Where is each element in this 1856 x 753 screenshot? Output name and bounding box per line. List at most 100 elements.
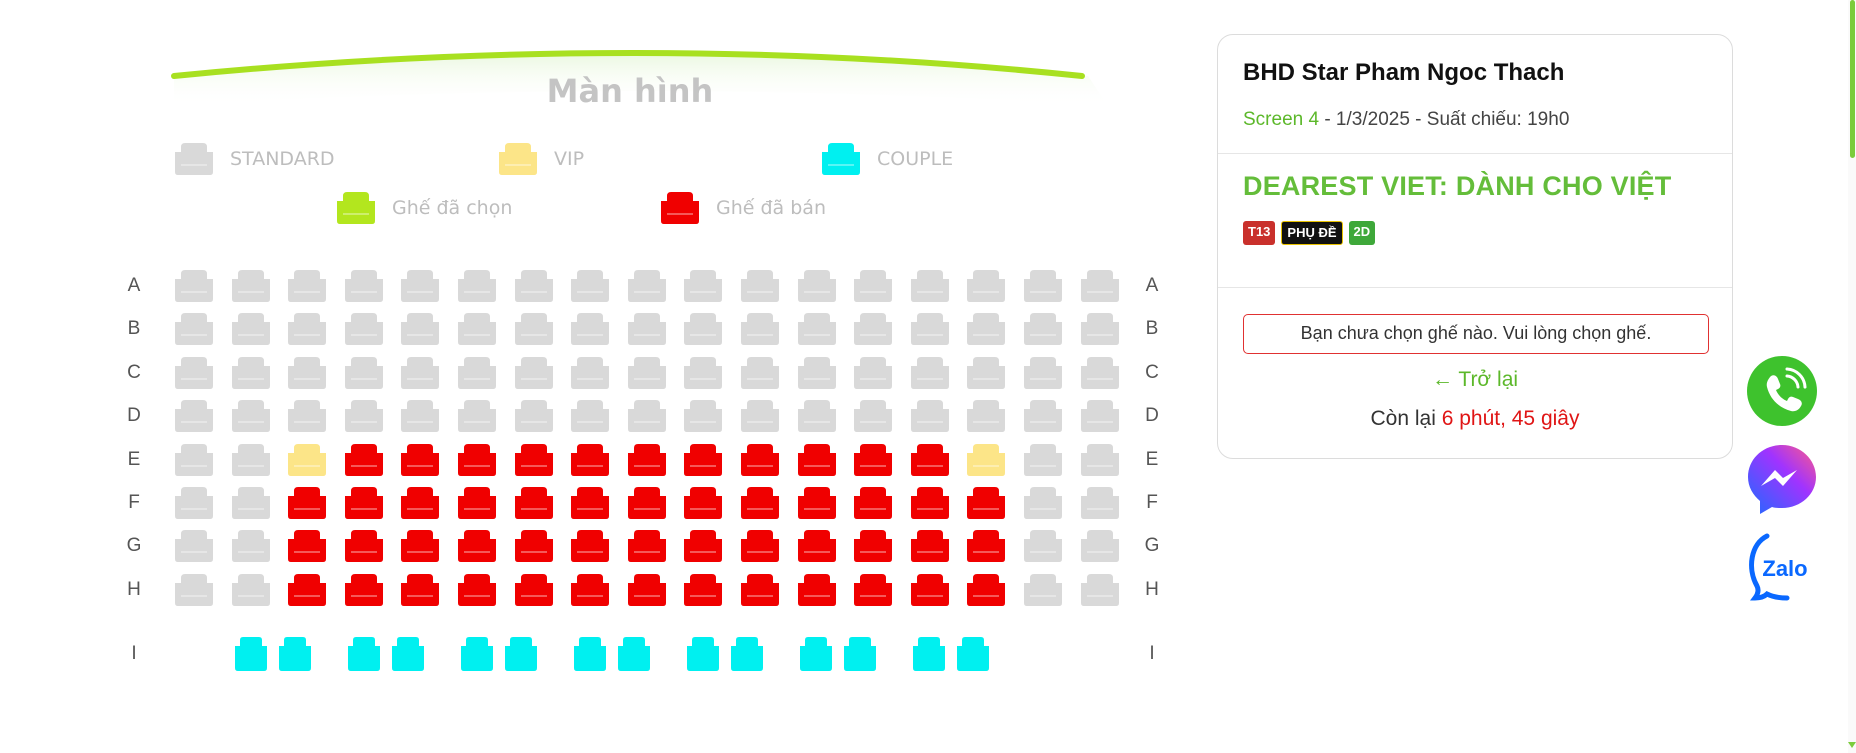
seat-standard[interactable]: [1021, 399, 1065, 433]
seat-couple[interactable]: [346, 636, 436, 672]
seat-standard[interactable]: [398, 312, 442, 346]
seat-standard[interactable]: [342, 356, 386, 390]
seat-standard[interactable]: [342, 269, 386, 303]
seat-standard[interactable]: [455, 312, 499, 346]
seat-standard[interactable]: [738, 356, 782, 390]
seat-standard[interactable]: [625, 399, 669, 433]
seat-standard[interactable]: [229, 269, 273, 303]
seat-standard[interactable]: [568, 356, 612, 390]
seat-couple[interactable]: [685, 636, 775, 672]
scroll-down-icon[interactable]: [1848, 740, 1856, 750]
seat-standard[interactable]: [455, 269, 499, 303]
seat-standard[interactable]: [1078, 486, 1122, 520]
seat-standard[interactable]: [738, 312, 782, 346]
seat-standard[interactable]: [738, 269, 782, 303]
seat-standard[interactable]: [1078, 356, 1122, 390]
seat-standard[interactable]: [1021, 312, 1065, 346]
seat-standard[interactable]: [568, 269, 612, 303]
seat-standard[interactable]: [1078, 312, 1122, 346]
seat-standard[interactable]: [625, 312, 669, 346]
seat-vip[interactable]: [964, 443, 1008, 477]
seat-standard[interactable]: [964, 269, 1008, 303]
zalo-button[interactable]: Zalo: [1745, 530, 1819, 604]
seat-standard[interactable]: [455, 399, 499, 433]
phone-button[interactable]: [1745, 354, 1819, 428]
seat-standard[interactable]: [1021, 269, 1065, 303]
seat-standard[interactable]: [1078, 443, 1122, 477]
seat-standard[interactable]: [908, 312, 952, 346]
seat-standard[interactable]: [1078, 529, 1122, 563]
seat-couple[interactable]: [572, 636, 662, 672]
seat-standard[interactable]: [851, 356, 895, 390]
seat-standard[interactable]: [908, 269, 952, 303]
seat-couple[interactable]: [233, 636, 323, 672]
seat-standard[interactable]: [1021, 356, 1065, 390]
seat-standard[interactable]: [795, 312, 839, 346]
seat-standard[interactable]: [285, 399, 329, 433]
seat-standard[interactable]: [795, 269, 839, 303]
seat-standard[interactable]: [1021, 443, 1065, 477]
seat-standard[interactable]: [455, 356, 499, 390]
seat-standard[interactable]: [964, 356, 1008, 390]
seat-standard[interactable]: [681, 356, 725, 390]
seat-standard[interactable]: [342, 312, 386, 346]
seat-standard[interactable]: [229, 486, 273, 520]
seat-standard[interactable]: [285, 356, 329, 390]
seat-standard[interactable]: [229, 399, 273, 433]
seat-standard[interactable]: [681, 399, 725, 433]
messenger-button[interactable]: [1745, 442, 1819, 516]
seat-couple[interactable]: [798, 636, 888, 672]
seat-standard[interactable]: [1078, 573, 1122, 607]
seat-standard[interactable]: [512, 312, 556, 346]
seat-standard[interactable]: [681, 312, 725, 346]
seat-standard[interactable]: [229, 356, 273, 390]
seat-standard[interactable]: [342, 399, 386, 433]
seat-standard[interactable]: [229, 529, 273, 563]
seat-standard[interactable]: [398, 356, 442, 390]
seat-standard[interactable]: [285, 269, 329, 303]
seat-couple[interactable]: [911, 636, 1001, 672]
seat-standard[interactable]: [738, 399, 782, 433]
seat-standard[interactable]: [681, 269, 725, 303]
seat-standard[interactable]: [851, 399, 895, 433]
back-link[interactable]: ← Trở lại: [1218, 368, 1732, 392]
seat-standard[interactable]: [625, 356, 669, 390]
seat-standard[interactable]: [285, 312, 329, 346]
seat-standard[interactable]: [172, 269, 216, 303]
seat-standard[interactable]: [398, 399, 442, 433]
seat-standard[interactable]: [568, 399, 612, 433]
seat-standard[interactable]: [229, 443, 273, 477]
seat-standard[interactable]: [851, 269, 895, 303]
seat-standard[interactable]: [172, 573, 216, 607]
seat-standard[interactable]: [964, 399, 1008, 433]
seat-standard[interactable]: [172, 356, 216, 390]
seat-standard[interactable]: [964, 312, 1008, 346]
seat-standard[interactable]: [1021, 573, 1065, 607]
scrollbar-thumb[interactable]: [1850, 0, 1855, 158]
seat-standard[interactable]: [229, 312, 273, 346]
seat-standard[interactable]: [851, 312, 895, 346]
seat-standard[interactable]: [172, 312, 216, 346]
seat-sold: [908, 573, 952, 607]
seat-standard[interactable]: [908, 399, 952, 433]
seat-standard[interactable]: [1078, 269, 1122, 303]
seat-standard[interactable]: [512, 356, 556, 390]
seat-standard[interactable]: [172, 443, 216, 477]
seat-couple[interactable]: [459, 636, 549, 672]
seat-standard[interactable]: [795, 356, 839, 390]
seat-standard[interactable]: [512, 399, 556, 433]
seat-standard[interactable]: [172, 529, 216, 563]
seat-standard[interactable]: [625, 269, 669, 303]
seat-standard[interactable]: [172, 486, 216, 520]
seat-standard[interactable]: [908, 356, 952, 390]
seat-standard[interactable]: [1021, 529, 1065, 563]
seat-standard[interactable]: [229, 573, 273, 607]
seat-standard[interactable]: [795, 399, 839, 433]
seat-standard[interactable]: [512, 269, 556, 303]
seat-standard[interactable]: [1078, 399, 1122, 433]
seat-vip[interactable]: [285, 443, 329, 477]
seat-standard[interactable]: [172, 399, 216, 433]
seat-standard[interactable]: [1021, 486, 1065, 520]
seat-standard[interactable]: [398, 269, 442, 303]
seat-standard[interactable]: [568, 312, 612, 346]
